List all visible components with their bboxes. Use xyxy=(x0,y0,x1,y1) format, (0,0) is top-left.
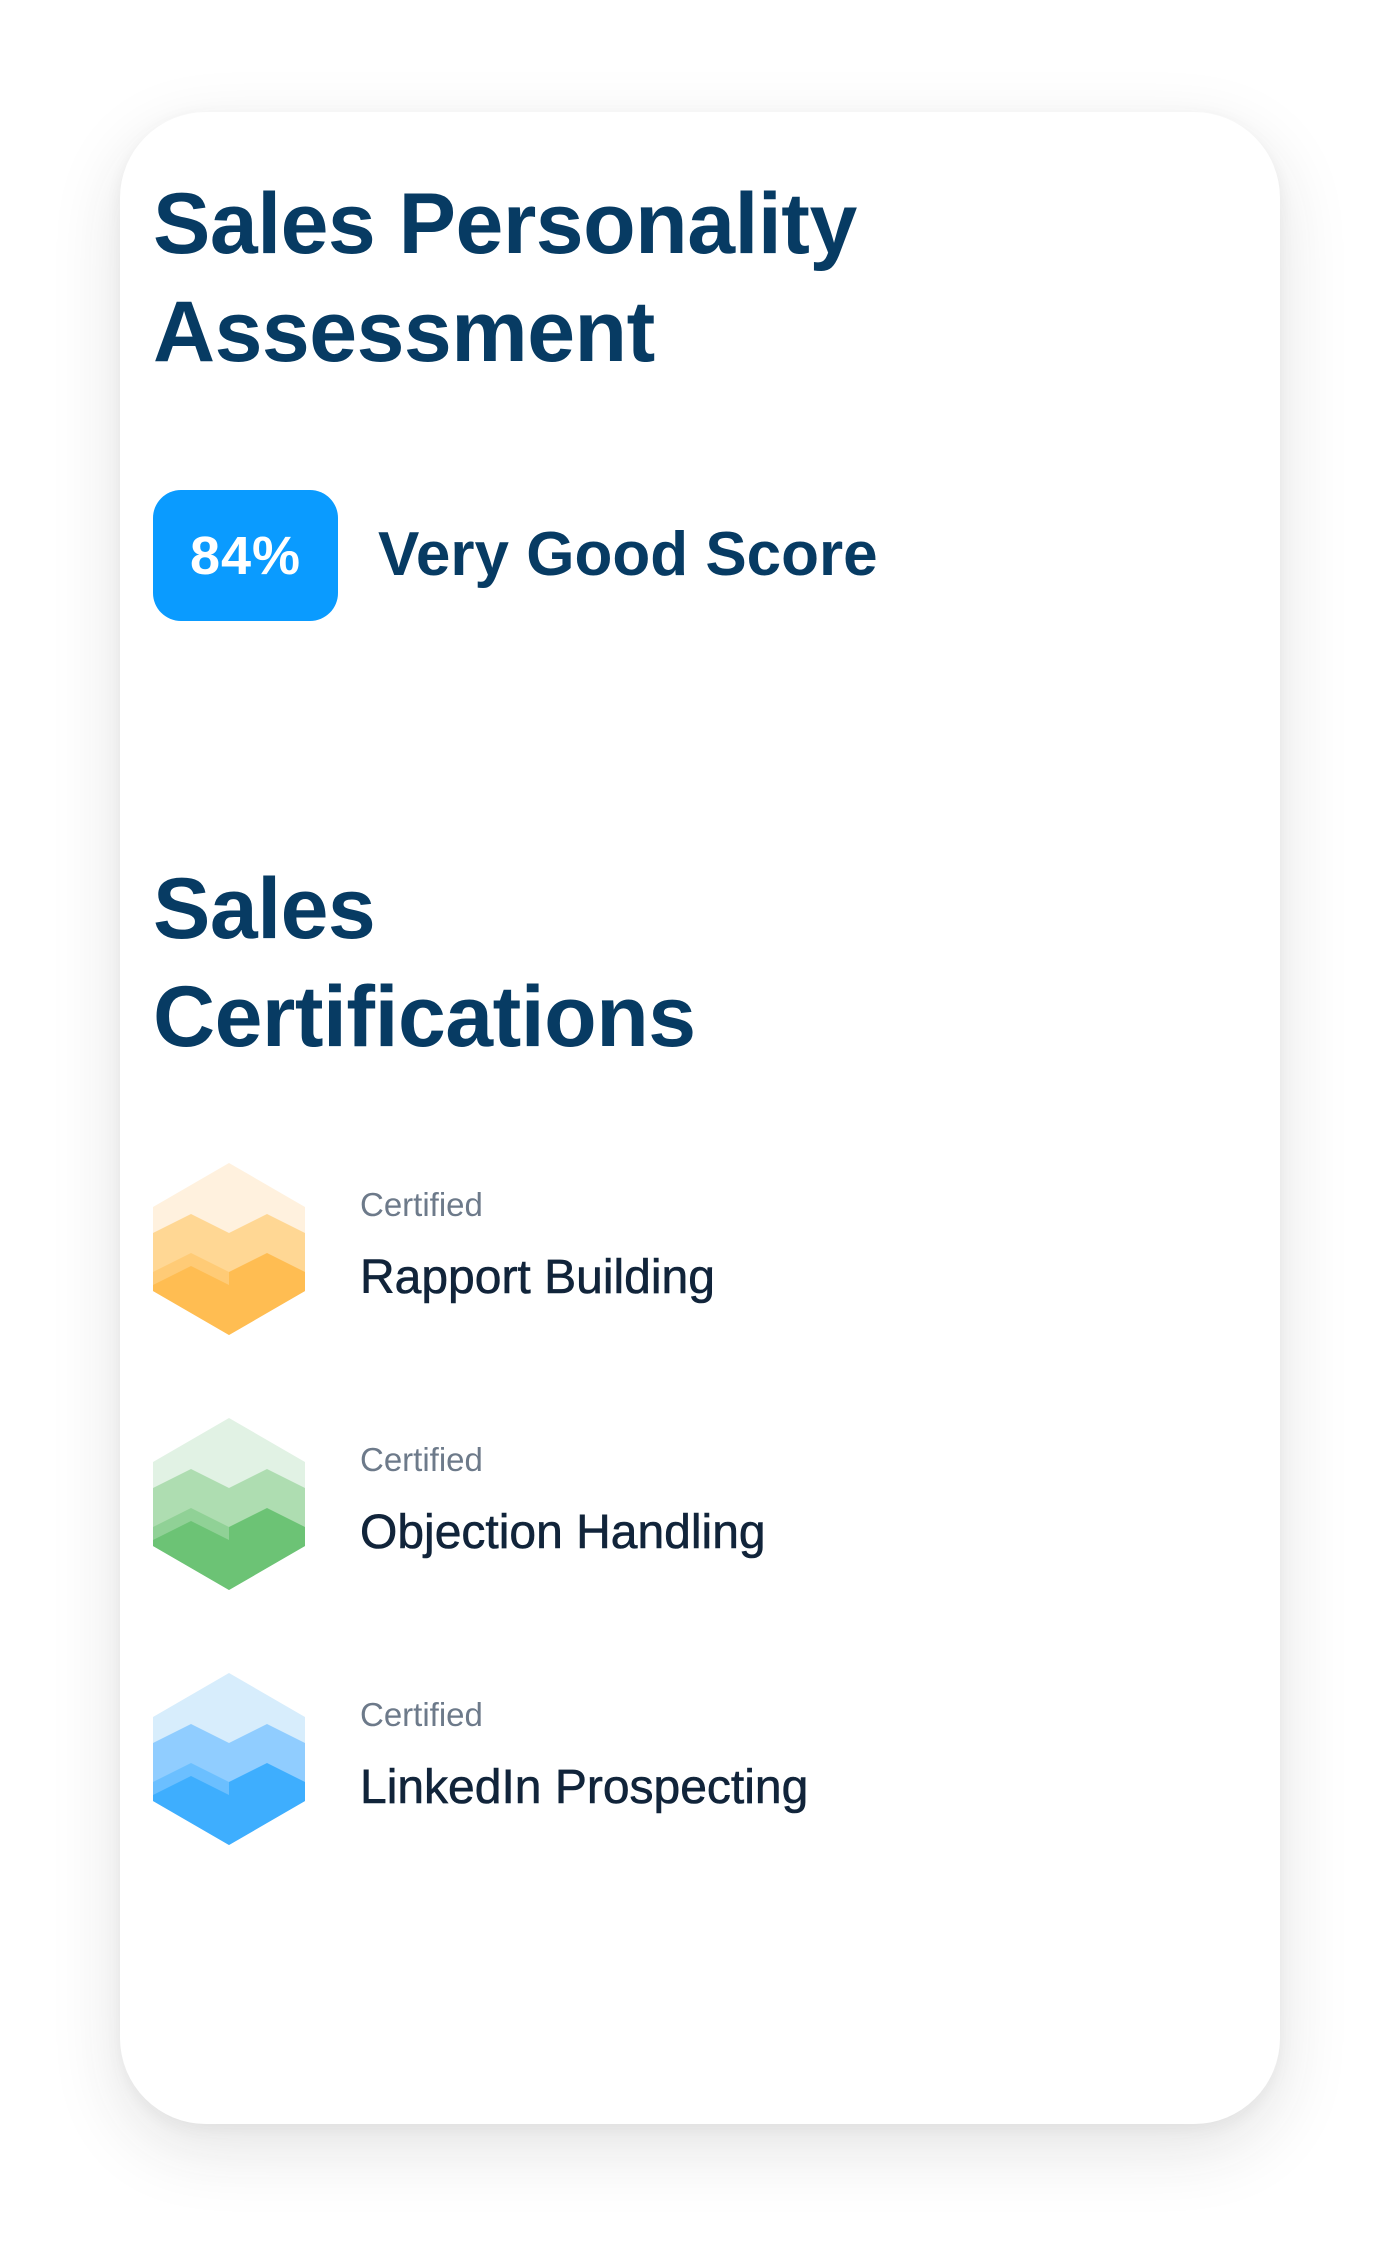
certification-status: Certified xyxy=(360,1186,483,1223)
certification-name: Objection Handling xyxy=(360,1506,766,1560)
green-hexagon-badge-icon xyxy=(153,1418,305,1590)
assessment-title: Sales Personality Assessment xyxy=(153,170,1053,386)
score-label: Very Good Score xyxy=(378,520,878,589)
score-badge: 84% xyxy=(153,490,338,621)
certification-item-rapport-building: Certified Rapport Building xyxy=(153,1163,1113,1338)
certification-item-objection-handling: Certified Objection Handling xyxy=(153,1418,1113,1593)
blue-hexagon-badge-icon xyxy=(153,1673,305,1845)
certifications-title: Sales Certifications xyxy=(153,855,1053,1071)
certification-status: Certified xyxy=(360,1696,483,1733)
certifications-title-line-2: Certifications xyxy=(153,969,696,1065)
orange-hexagon-badge-icon xyxy=(153,1163,305,1335)
certification-status: Certified xyxy=(360,1441,483,1478)
certification-item-linkedin-prospecting: Certified LinkedIn Prospecting xyxy=(153,1673,1113,1848)
assessment-title-line-2: Assessment xyxy=(153,284,655,380)
certification-name: LinkedIn Prospecting xyxy=(360,1761,809,1815)
assessment-title-line-1: Sales Personality xyxy=(153,176,857,272)
certification-name: Rapport Building xyxy=(360,1251,715,1305)
certifications-title-line-1: Sales xyxy=(153,861,376,957)
